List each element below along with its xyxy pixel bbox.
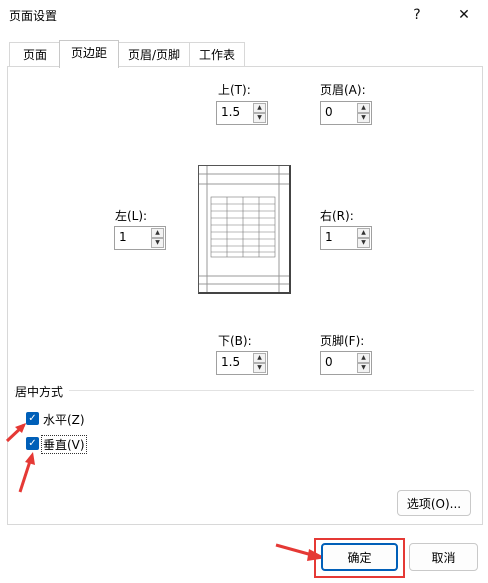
annotation-arrow-icon	[25, 452, 35, 465]
ok-button[interactable]: 确定	[321, 543, 398, 571]
options-button[interactable]: 选项(O)...	[397, 490, 471, 516]
tab-margins[interactable]: 页边距	[59, 40, 119, 68]
cancel-button[interactable]: 取消	[409, 543, 478, 571]
annotation-arrow-icon	[275, 543, 313, 557]
center-section-label: 居中方式	[15, 383, 70, 400]
